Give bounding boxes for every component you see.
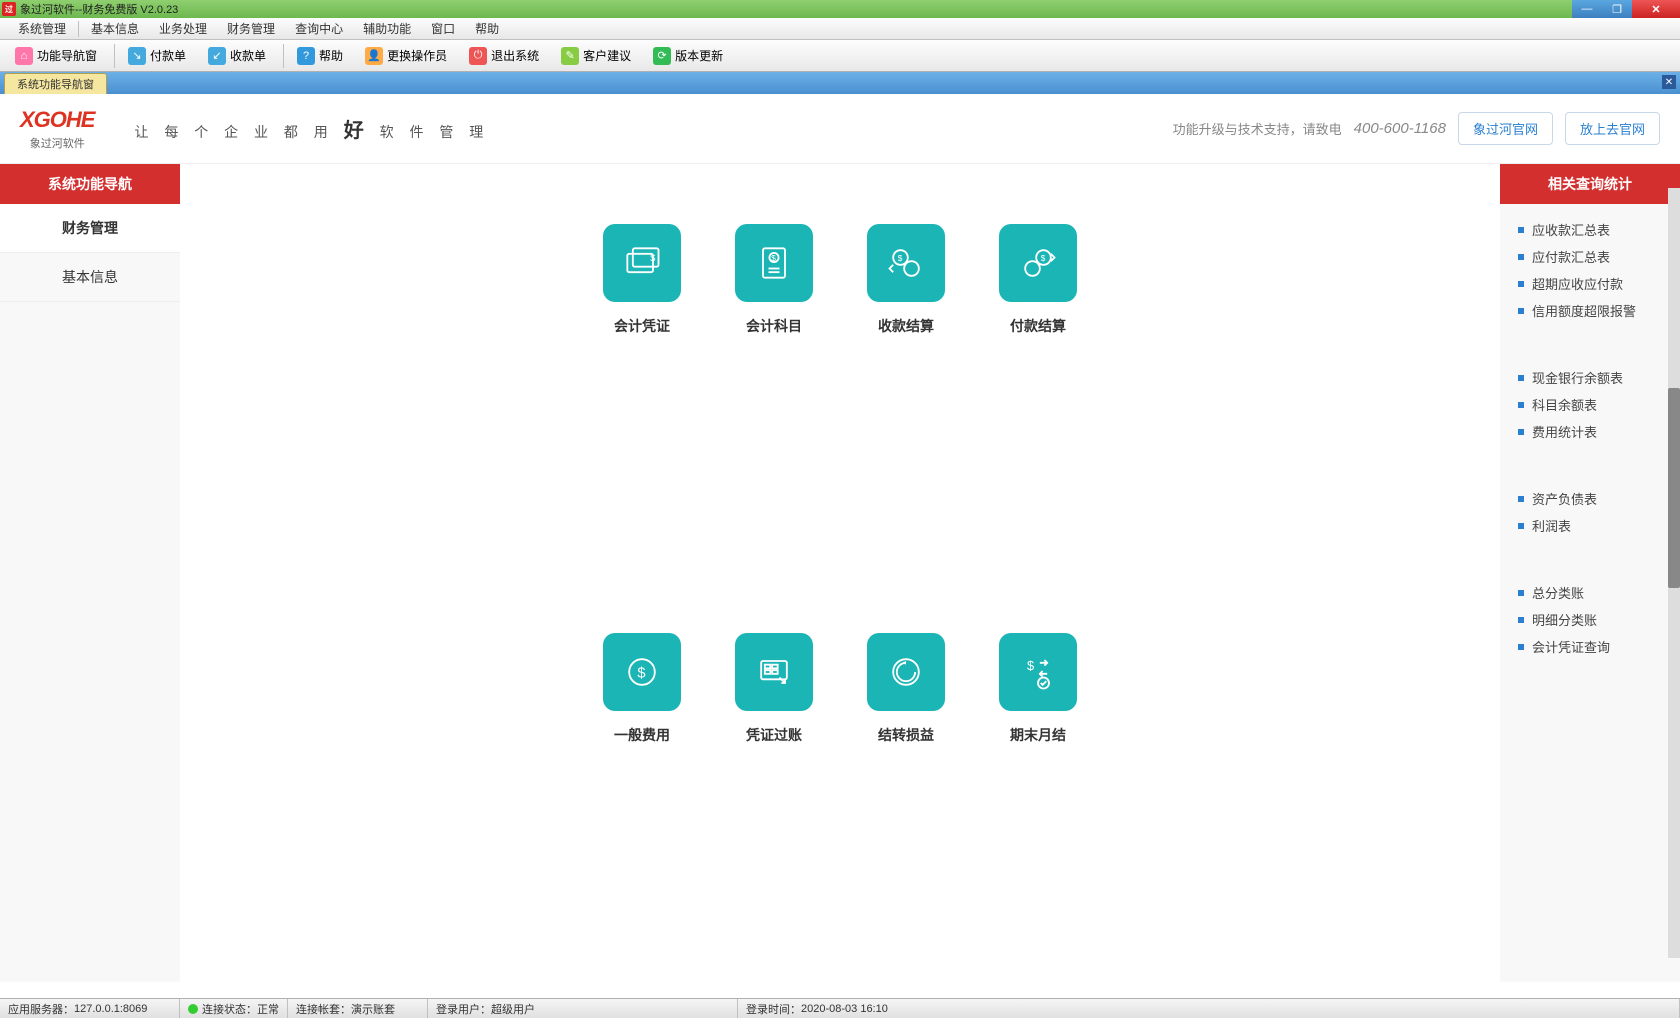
tool-feedback[interactable]: ✎客户建议 [552, 44, 640, 68]
status-connection: 连接状态： 正常 [180, 999, 288, 1018]
card-general-expense[interactable]: $ 一般费用 [576, 633, 708, 982]
link-detail-ledger[interactable]: 明细分类账 [1518, 606, 1662, 633]
right-sidebar-title: 相关查询统计 [1500, 164, 1680, 204]
card-voucher[interactable]: $ 会计凭证 [576, 224, 708, 573]
logo-text: XGOHE [20, 107, 94, 133]
payment-settle-icon: $ [999, 224, 1077, 302]
card-subject[interactable]: $ 会计科目 [708, 224, 840, 573]
tool-help[interactable]: ?帮助 [288, 44, 352, 68]
carryover-icon [867, 633, 945, 711]
window-title: 象过河软件--财务免费版 V2.0.23 [20, 1, 178, 17]
subject-icon: $ [735, 224, 813, 302]
status-user: 登录用户： 超级用户 [428, 999, 738, 1018]
menu-basic-info[interactable]: 基本信息 [81, 20, 149, 37]
close-button[interactable]: ✕ [1632, 0, 1680, 18]
left-sidebar-title: 系统功能导航 [0, 164, 180, 204]
window-controls: — ❐ ✕ [1572, 0, 1680, 18]
svg-text:$: $ [898, 254, 903, 263]
tool-exit[interactable]: ⏻退出系统 [460, 44, 548, 68]
svg-text:$: $ [771, 254, 776, 263]
link-general-ledger[interactable]: 总分类账 [1518, 579, 1662, 606]
status-login-time: 登录时间： 2020-08-03 16:10 [738, 999, 1680, 1018]
svg-text:$: $ [637, 666, 645, 682]
logo: XGOHE 象过河软件 [20, 107, 94, 151]
left-sidebar: 系统功能导航 财务管理 基本信息 [0, 164, 180, 982]
document-tabstrip: 系统功能导航窗 ✕ [0, 72, 1680, 94]
menu-business[interactable]: 业务处理 [149, 20, 217, 37]
link-group-3: 资产负债表 利润表 [1500, 485, 1680, 549]
right-sidebar: 相关查询统计 应收款汇总表 应付款汇总表 超期应收应付款 信用额度超限报警 现金… [1500, 164, 1680, 982]
menu-finance[interactable]: 财务管理 [217, 20, 285, 37]
support-phone: 400-600-1168 [1354, 120, 1446, 137]
link-credit-alarm[interactable]: 信用额度超限报警 [1518, 297, 1662, 324]
menu-aux[interactable]: 辅助功能 [353, 20, 421, 37]
maximize-button[interactable]: ❐ [1602, 0, 1632, 18]
tool-update[interactable]: ⟳版本更新 [644, 44, 732, 68]
logo-subtitle: 象过河软件 [30, 135, 85, 151]
link-subject-balance[interactable]: 科目余额表 [1518, 391, 1662, 418]
card-post-voucher[interactable]: 凭证过账 [708, 633, 840, 982]
app-icon: 过 [2, 2, 16, 16]
slogan: 让 每 个 企 业 都 用 好 软 件 管 理 [134, 114, 489, 143]
svg-text:$: $ [650, 253, 655, 263]
link-receivable-summary[interactable]: 应收款汇总表 [1518, 216, 1662, 243]
post-voucher-icon [735, 633, 813, 711]
link-cash-bank[interactable]: 现金银行余额表 [1518, 364, 1662, 391]
receipt-settle-icon: $ [867, 224, 945, 302]
menu-query[interactable]: 查询中心 [285, 20, 353, 37]
link-group-4: 总分类账 明细分类账 会计凭证查询 [1500, 579, 1680, 670]
link-profit[interactable]: 利润表 [1518, 512, 1662, 539]
upload-site-button[interactable]: 放上去官网 [1565, 112, 1660, 145]
brand-header: XGOHE 象过河软件 让 每 个 企 业 都 用 好 软 件 管 理 功能升级… [0, 94, 1680, 164]
tool-nav-window[interactable]: ⌂功能导航窗 [6, 44, 106, 68]
connection-ok-icon [188, 1004, 198, 1014]
status-account: 连接帐套： 演示账套 [288, 999, 428, 1018]
link-group-1: 应收款汇总表 应付款汇总表 超期应收应付款 信用额度超限报警 [1500, 216, 1680, 334]
voucher-icon: $ [603, 224, 681, 302]
sidebar-item-finance[interactable]: 财务管理 [0, 204, 180, 253]
center-content: $ 会计凭证 $ 会计科目 $ 收款结算 $ 付款结算 $ 一般费用 凭证过账 [180, 164, 1500, 982]
link-expense-stats[interactable]: 费用统计表 [1518, 418, 1662, 445]
tabstrip-close-icon[interactable]: ✕ [1662, 75, 1676, 89]
vertical-scrollbar[interactable] [1668, 188, 1680, 958]
toolbar: ⌂功能导航窗 ↘付款单 ↙收款单 ?帮助 👤更换操作员 ⏻退出系统 ✎客户建议 … [0, 40, 1680, 72]
support-text: 功能升级与技术支持，请致电 [1173, 119, 1342, 138]
svg-text:$: $ [1041, 254, 1046, 263]
menubar: 系统管理 基本信息 业务处理 财务管理 查询中心 辅助功能 窗口 帮助 [0, 18, 1680, 40]
link-payable-summary[interactable]: 应付款汇总表 [1518, 243, 1662, 270]
svg-text:$: $ [1027, 658, 1034, 673]
link-overdue[interactable]: 超期应收应付款 [1518, 270, 1662, 297]
scrollbar-thumb[interactable] [1668, 388, 1680, 588]
expense-icon: $ [603, 633, 681, 711]
main-region: XGOHE 象过河软件 让 每 个 企 业 都 用 好 软 件 管 理 功能升级… [0, 94, 1680, 982]
tool-switch-user[interactable]: 👤更换操作员 [356, 44, 456, 68]
menu-help[interactable]: 帮助 [465, 20, 509, 37]
card-carryover[interactable]: 结转损益 [840, 633, 972, 982]
link-voucher-query[interactable]: 会计凭证查询 [1518, 633, 1662, 660]
menu-window[interactable]: 窗口 [421, 20, 465, 37]
window-titlebar: 过 象过河软件--财务免费版 V2.0.23 — ❐ ✕ [0, 0, 1680, 18]
tool-payment[interactable]: ↘付款单 [119, 44, 195, 68]
minimize-button[interactable]: — [1572, 0, 1602, 18]
function-grid: $ 会计凭证 $ 会计科目 $ 收款结算 $ 付款结算 $ 一般费用 凭证过账 [576, 224, 1104, 982]
status-server: 应用服务器： 127.0.0.1:8069 [0, 999, 180, 1018]
menu-system[interactable]: 系统管理 [8, 20, 76, 37]
card-receipt-settle[interactable]: $ 收款结算 [840, 224, 972, 573]
tool-receipt[interactable]: ↙收款单 [199, 44, 275, 68]
card-payment-settle[interactable]: $ 付款结算 [972, 224, 1104, 573]
tab-nav-window[interactable]: 系统功能导航窗 [4, 73, 107, 94]
sidebar-item-basic-info[interactable]: 基本信息 [0, 253, 180, 302]
period-close-icon: $ [999, 633, 1077, 711]
link-balance-sheet[interactable]: 资产负债表 [1518, 485, 1662, 512]
header-right: 功能升级与技术支持，请致电 400-600-1168 象过河官网 放上去官网 [1173, 112, 1660, 145]
link-group-2: 现金银行余额表 科目余额表 费用统计表 [1500, 364, 1680, 455]
statusbar: 应用服务器： 127.0.0.1:8069 连接状态： 正常 连接帐套： 演示账… [0, 998, 1680, 1018]
official-site-button[interactable]: 象过河官网 [1458, 112, 1553, 145]
card-period-close[interactable]: $ 期末月结 [972, 633, 1104, 982]
